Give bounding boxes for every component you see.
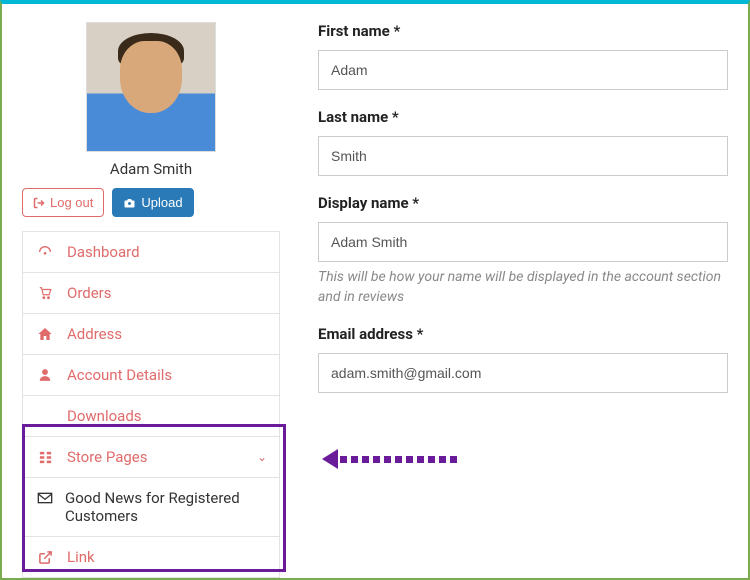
nav-dashboard[interactable]: Dashboard bbox=[23, 232, 279, 273]
user-display-name: Adam Smith bbox=[22, 160, 280, 178]
first-name-input[interactable] bbox=[318, 50, 728, 90]
last-name-label: Last name * bbox=[318, 108, 728, 126]
display-name-label: Display name * bbox=[318, 194, 728, 212]
user-icon bbox=[37, 367, 53, 383]
external-link-icon bbox=[37, 549, 53, 565]
email-input[interactable] bbox=[318, 353, 728, 393]
annotation-arrow bbox=[322, 449, 457, 469]
nav-store-pages[interactable]: Store Pages ⌄ bbox=[23, 437, 279, 478]
nav-label: Orders bbox=[67, 284, 112, 302]
user-avatar bbox=[86, 22, 216, 152]
envelope-icon bbox=[37, 492, 53, 504]
nav-label: Link bbox=[67, 548, 95, 566]
nav-label: Address bbox=[67, 325, 122, 343]
upload-button[interactable]: Upload bbox=[112, 188, 193, 217]
nav-orders[interactable]: Orders bbox=[23, 273, 279, 314]
dashboard-icon bbox=[37, 244, 53, 260]
account-sidebar: Adam Smith Log out Upload bbox=[22, 22, 280, 578]
nav-label: Account Details bbox=[67, 366, 172, 384]
nav-label: Store Pages bbox=[67, 448, 148, 466]
nav-account-details[interactable]: Account Details bbox=[23, 355, 279, 396]
last-name-input[interactable] bbox=[318, 136, 728, 176]
nav-label: Good News for Registered Customers bbox=[65, 489, 265, 525]
logout-button[interactable]: Log out bbox=[22, 188, 104, 217]
download-icon bbox=[37, 408, 53, 424]
nav-link[interactable]: Link bbox=[23, 537, 279, 578]
home-icon bbox=[37, 326, 53, 342]
email-label: Email address * bbox=[318, 325, 728, 343]
cart-icon bbox=[37, 285, 53, 301]
account-form: First name * Last name * Display name * … bbox=[280, 22, 728, 578]
display-name-input[interactable] bbox=[318, 222, 728, 262]
account-nav: Dashboard Orders Address bbox=[22, 231, 280, 578]
nav-good-news[interactable]: Good News for Registered Customers bbox=[23, 478, 279, 537]
display-name-hint: This will be how your name will be displ… bbox=[318, 268, 728, 307]
nav-label: Downloads bbox=[67, 407, 142, 425]
logout-icon bbox=[33, 197, 45, 209]
grid-icon bbox=[37, 449, 53, 465]
camera-icon bbox=[123, 197, 136, 209]
chevron-down-icon: ⌄ bbox=[257, 450, 267, 464]
nav-address[interactable]: Address bbox=[23, 314, 279, 355]
nav-label: Dashboard bbox=[67, 243, 140, 261]
nav-downloads[interactable]: Downloads bbox=[23, 396, 279, 437]
first-name-label: First name * bbox=[318, 22, 728, 40]
